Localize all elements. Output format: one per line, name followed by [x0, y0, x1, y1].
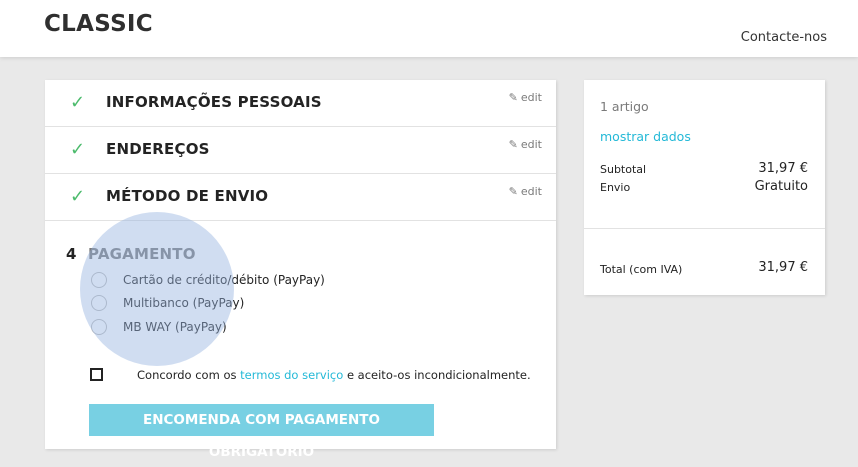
subtotal-label: Subtotal	[600, 163, 647, 176]
terms-prefix: Concordo com os	[137, 368, 237, 382]
terms-suffix: e aceito-os incondicionalmente.	[346, 368, 531, 382]
edit-link[interactable]: ✎ edit	[509, 138, 542, 151]
pencil-icon: ✎	[508, 91, 518, 104]
payment-option-label[interactable]: Multibanco (PayPay)	[123, 296, 244, 310]
edit-link[interactable]: ✎ edit	[509, 185, 542, 198]
check-icon: ✓	[70, 92, 86, 113]
step-title-payment: PAGAMENTO	[88, 245, 196, 263]
payment-option-label[interactable]: Cartão de crédito/débito (PayPay)	[123, 273, 325, 287]
subtotal-value: 31,97 €	[758, 161, 808, 176]
check-icon: ✓	[70, 139, 86, 160]
edit-label: edit	[520, 91, 542, 104]
radio-icon[interactable]	[91, 272, 107, 288]
step-personal-info: ✓ INFORMAÇÕES PESSOAIS ✎ edit	[45, 80, 556, 127]
show-details-link[interactable]: mostrar dados	[600, 129, 691, 144]
pencil-icon: ✎	[508, 185, 518, 198]
total-value: 31,97 €	[758, 260, 808, 275]
item-count: 1 artigo	[600, 99, 649, 114]
radio-icon[interactable]	[91, 319, 107, 335]
step-shipping-method: ✓ MÉTODO DE ENVIO ✎ edit	[45, 174, 556, 221]
total-label: Total (com IVA)	[600, 263, 683, 276]
cart-summary: 1 artigo mostrar dados Subtotal 31,97 € …	[584, 80, 825, 295]
shipping-label: Envio	[600, 181, 631, 194]
checkout-steps: ✓ INFORMAÇÕES PESSOAIS ✎ edit ✓ ENDEREÇOS…	[45, 80, 556, 460]
site-header: CLASSIC Contacte-nos	[0, 0, 858, 57]
payment-option-label[interactable]: MB WAY (PayPay)	[123, 320, 227, 334]
check-icon: ✓	[70, 186, 86, 207]
step-title[interactable]: MÉTODO DE ENVIO	[106, 187, 268, 205]
brand-logo[interactable]: CLASSIC	[44, 11, 153, 37]
pencil-icon: ✎	[508, 138, 518, 151]
checkbox-icon[interactable]	[90, 368, 103, 381]
step-number: 4	[66, 245, 77, 263]
radio-icon[interactable]	[91, 295, 107, 311]
edit-label: edit	[520, 138, 542, 151]
divider	[584, 228, 825, 229]
step-addresses: ✓ ENDEREÇOS ✎ edit	[45, 127, 556, 174]
shipping-value: Gratuito	[754, 179, 808, 194]
terms-of-service-link[interactable]: termos do serviço	[240, 368, 343, 382]
edit-label: edit	[520, 185, 542, 198]
contact-link[interactable]: Contacte-nos	[741, 30, 827, 45]
place-order-button[interactable]: ENCOMENDA COM PAGAMENTO OBRIGATÓRIO	[89, 404, 434, 460]
step-title[interactable]: ENDEREÇOS	[106, 140, 210, 158]
step-title[interactable]: INFORMAÇÕES PESSOAIS	[106, 93, 322, 111]
edit-link[interactable]: ✎ edit	[509, 91, 542, 104]
terms-text: Concordo com os termos do serviço e acei…	[137, 368, 531, 382]
